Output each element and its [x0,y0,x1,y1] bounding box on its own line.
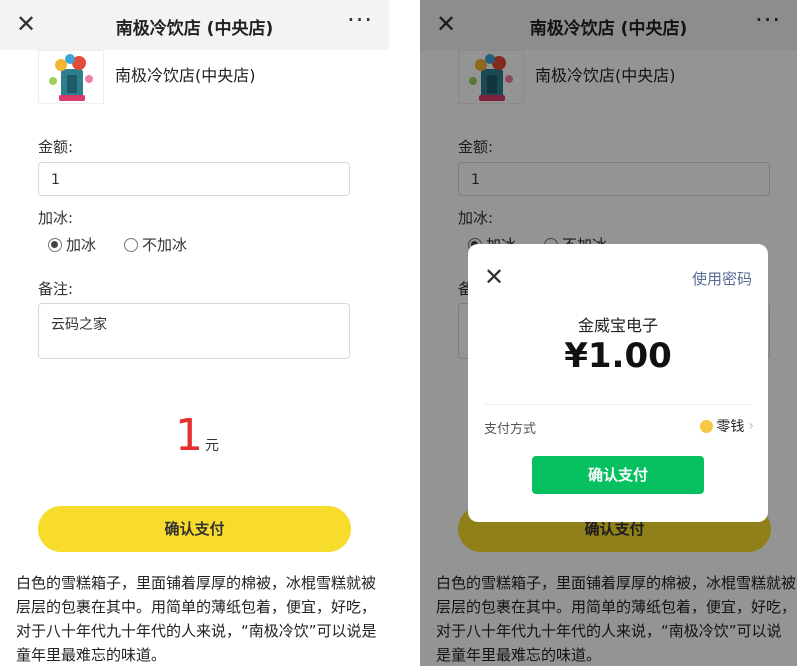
ice-cream-logo [38,50,104,104]
shop-name: 南极冷饮店(中央店) [115,66,256,85]
divider [484,404,752,405]
amount-label: 金额: [38,138,74,156]
payment-method-value: 零钱 [716,419,745,435]
radio-checked-icon [48,237,62,252]
order-page-right: ✕ 南极冷饮店 (中央店) ··· 南极冷饮店(中央店) 金额: 1 加冰: 加… [420,0,797,666]
radio-add-ice[interactable]: 加冰 [48,234,96,255]
chevron-right-icon: › [748,418,754,434]
top-bar: ✕ 南极冷饮店 (中央店) ··· [0,0,389,50]
ice-cream-logo-art [49,54,93,101]
payment-amount: ¥1.00 [564,336,672,376]
note-textarea[interactable]: 云码之家 [38,303,350,359]
radio-unchecked-icon [124,237,138,252]
total-value: 1 [175,410,203,461]
more-icon[interactable]: ··· [347,6,373,34]
merchant-name: 金威宝电子 [577,316,658,335]
radio-no-ice-label: 不加冰 [142,236,188,254]
close-icon[interactable]: ✕ [484,264,504,290]
coin-icon [700,419,714,433]
page-title: 南极冷饮店 (中央店) [115,19,274,39]
ice-label: 加冰: [38,209,74,227]
confirm-pay-button[interactable]: 确认支付 [38,506,351,552]
dialog-confirm-pay-button[interactable]: 确认支付 [532,456,704,494]
total-price: 1元 [175,410,219,461]
note-label: 备注: [38,280,74,298]
shop-description: 白色的雪糕箱子，里面铺着厚厚的棉被，冰棍雪糕就被层层的包裹在其中。用简单的薄纸包… [16,574,377,664]
use-password-link[interactable]: 使用密码 [692,268,752,289]
payment-method-selector[interactable]: 零钱 › [700,416,754,436]
radio-no-ice[interactable]: 不加冰 [124,234,187,255]
radio-add-ice-label: 加冰 [66,236,97,254]
amount-input[interactable]: 1 [38,162,350,196]
payment-dialog: ✕ 使用密码 金威宝电子 ¥1.00 支付方式 零钱 › 确认支付 [468,244,768,522]
payment-method-label: 支付方式 [484,422,537,437]
order-page-left: ✕ 南极冷饮店 (中央店) ··· 南极冷饮店(中央店) 金额: 1 加冰: 加… [0,0,389,666]
total-unit: 元 [205,438,219,454]
